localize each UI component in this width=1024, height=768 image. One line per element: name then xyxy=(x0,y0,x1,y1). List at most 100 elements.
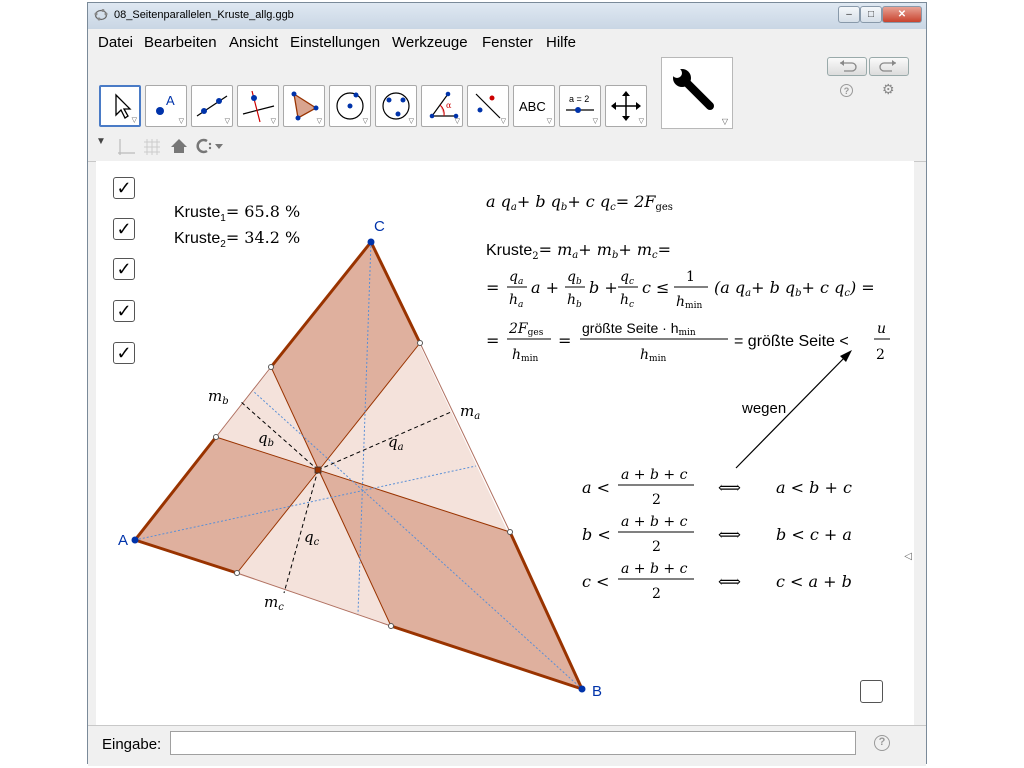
svg-text:a = 2: a = 2 xyxy=(569,94,589,104)
label-b: B xyxy=(592,683,602,700)
menu-fenster[interactable]: Fenster xyxy=(482,34,533,51)
redo-icon xyxy=(879,60,896,72)
svg-text:2Fges: 2Fges xyxy=(508,321,544,338)
vertex-b-point[interactable] xyxy=(578,685,586,693)
inequality-3: c < a + b + c 2 ⟺ c < a + b xyxy=(582,561,852,602)
menu-bar: Datei Bearbeiten Ansicht Einstellungen W… xyxy=(88,30,926,54)
line-tool-button[interactable]: ▽ xyxy=(191,85,233,127)
undo-button[interactable] xyxy=(827,57,867,76)
formula-4: = 2Fges hmin = größte Seite · hmin hmin … xyxy=(486,320,890,364)
aux-point-5 xyxy=(234,570,240,576)
kruste2-label: Kruste2= 34.2 % xyxy=(174,228,300,250)
svg-text:⟺: ⟺ xyxy=(718,572,741,591)
svg-text:2: 2 xyxy=(652,586,661,602)
svg-text:hmin: hmin xyxy=(676,294,702,311)
inequality-1: a < a + b + c 2 ⟺ a < b + c xyxy=(582,467,852,508)
point-tool-button[interactable]: A ▽ xyxy=(145,85,187,127)
input-field[interactable] xyxy=(170,731,856,755)
input-bar: Eingabe: ? xyxy=(88,725,926,766)
point-capture-icon[interactable] xyxy=(194,137,226,155)
svg-text:=: = xyxy=(486,278,499,297)
input-label: Eingabe: xyxy=(102,736,162,753)
svg-text:a + b + c: a + b + c xyxy=(621,561,688,577)
text-tool-button[interactable]: ABC ▽ xyxy=(513,85,555,127)
polygon-tool-button[interactable]: ▽ xyxy=(283,85,325,127)
wegen-label: wegen xyxy=(741,400,786,417)
move-tool-button[interactable]: ▽ xyxy=(99,85,141,127)
label-mc: mc xyxy=(264,593,284,613)
slider-tool-button[interactable]: a = 2 ▽ xyxy=(559,85,601,127)
maximize-button[interactable]: □ xyxy=(860,6,882,23)
svg-text:a qa+ b qb+ c qc= 2Fges: a qa+ b qb+ c qc= 2Fges xyxy=(486,192,673,213)
label-mb: mb xyxy=(208,387,229,407)
svg-text:α: α xyxy=(446,101,452,110)
geogebra-app-icon xyxy=(94,9,108,21)
settings-tool-button[interactable]: ▽ xyxy=(661,57,733,129)
formula-3: = qa ha a + qb hb b + qc hc c ≤ 1 hmin (… xyxy=(486,269,875,311)
formula-2: Kruste2= ma+ mb+ mc= xyxy=(486,240,671,262)
help-icon[interactable]: ? xyxy=(840,84,853,97)
close-button[interactable]: ✕ xyxy=(882,6,922,23)
angle-tool-button[interactable]: α ▽ xyxy=(421,85,463,127)
move-graphics-view-tool-button[interactable]: ▽ xyxy=(605,85,647,127)
svg-text:A: A xyxy=(166,93,175,108)
svg-text:= größte Seite <: = größte Seite < xyxy=(734,333,849,350)
svg-text:a <: a < xyxy=(582,478,610,497)
geometry-drawing: A B C Kruste1= 65.8 % Kruste2= 34.2 % mb… xyxy=(118,192,890,700)
style-bar: ▼ xyxy=(88,131,926,162)
grid-icon[interactable] xyxy=(142,137,162,157)
aux-point-6 xyxy=(388,623,394,629)
svg-text:⟺: ⟺ xyxy=(718,525,741,544)
title-bar: 08_Seitenparallelen_Kruste_allg.ggb ‒ □ … xyxy=(88,3,926,29)
svg-text:hmin: hmin xyxy=(512,347,538,364)
menu-einstellungen[interactable]: Einstellungen xyxy=(290,34,380,51)
geogebra-window: 08_Seitenparallelen_Kruste_allg.ggb ‒ □ … xyxy=(87,2,927,766)
svg-text:ABC: ABC xyxy=(519,99,546,114)
svg-text:2: 2 xyxy=(652,492,661,508)
svg-text:=: = xyxy=(486,331,499,350)
svg-text:b <: b < xyxy=(582,525,611,544)
menu-werkzeuge[interactable]: Werkzeuge xyxy=(392,34,468,51)
menu-datei[interactable]: Datei xyxy=(98,34,133,51)
svg-text:hb: hb xyxy=(567,292,582,310)
vertex-c-point[interactable] xyxy=(367,238,375,246)
svg-text:qb: qb xyxy=(567,269,582,287)
aux-point-1 xyxy=(213,434,219,440)
inequality-2: b < a + b + c 2 ⟺ b < c + a xyxy=(582,514,852,555)
redo-button[interactable] xyxy=(869,57,909,76)
svg-text:hmin: hmin xyxy=(640,347,666,364)
reflect-tool-button[interactable]: ▽ xyxy=(467,85,509,127)
svg-text:c < a + b: c < a + b xyxy=(776,572,852,591)
label-c: C xyxy=(374,218,385,235)
svg-text:c ≤: c ≤ xyxy=(642,278,669,297)
window-title: 08_Seitenparallelen_Kruste_allg.ggb xyxy=(114,9,294,21)
aux-point-3 xyxy=(417,340,423,346)
interior-point[interactable] xyxy=(314,466,322,474)
circle-tool-button[interactable]: ▽ xyxy=(329,85,371,127)
minimize-button[interactable]: ‒ xyxy=(838,6,860,23)
side-panel-toggle-icon[interactable]: ◁ xyxy=(904,551,912,562)
axes-icon[interactable] xyxy=(116,137,136,157)
toolbar: ▽ A ▽ ▽ ▽ ▽ ▽ ▽ α ▽ ▽ ABC ▽ a = 2 ▽ ▽ ▽ … xyxy=(88,55,926,135)
menu-hilfe[interactable]: Hilfe xyxy=(546,34,576,51)
perpendicular-line-tool-button[interactable]: ▽ xyxy=(237,85,279,127)
aux-point-2 xyxy=(268,364,274,370)
svg-text:qc: qc xyxy=(620,269,634,287)
svg-text:a + b + c: a + b + c xyxy=(621,467,688,483)
vertex-a-point[interactable] xyxy=(131,536,139,544)
menu-bearbeiten[interactable]: Bearbeiten xyxy=(144,34,217,51)
svg-text:1: 1 xyxy=(686,269,695,285)
gear-icon[interactable]: ⚙ xyxy=(882,81,895,98)
home-icon[interactable] xyxy=(170,137,188,155)
formula-1: a qa+ b qb+ c qc= 2Fges xyxy=(486,192,673,213)
svg-text:Kruste2= ma+ mb+ mc=: Kruste2= ma+ mb+ mc= xyxy=(486,240,671,262)
menu-ansicht[interactable]: Ansicht xyxy=(229,34,278,51)
input-help-icon[interactable]: ? xyxy=(874,735,890,751)
svg-text:c <: c < xyxy=(582,572,609,591)
graphics-view[interactable]: ✓ ✓ ✓ ✓ ✓ A B C Kruste1= 65.8 % Kruste2=… xyxy=(96,161,914,727)
svg-text:größte Seite · hmin: größte Seite · hmin xyxy=(582,320,696,338)
svg-text:(a qa+ b qb+ c qc) =: (a qa+ b qb+ c qc) = xyxy=(714,278,875,299)
stylebar-toggle-icon[interactable]: ▼ xyxy=(96,136,106,147)
undo-icon xyxy=(840,60,857,72)
circle-three-points-tool-button[interactable]: ▽ xyxy=(375,85,417,127)
